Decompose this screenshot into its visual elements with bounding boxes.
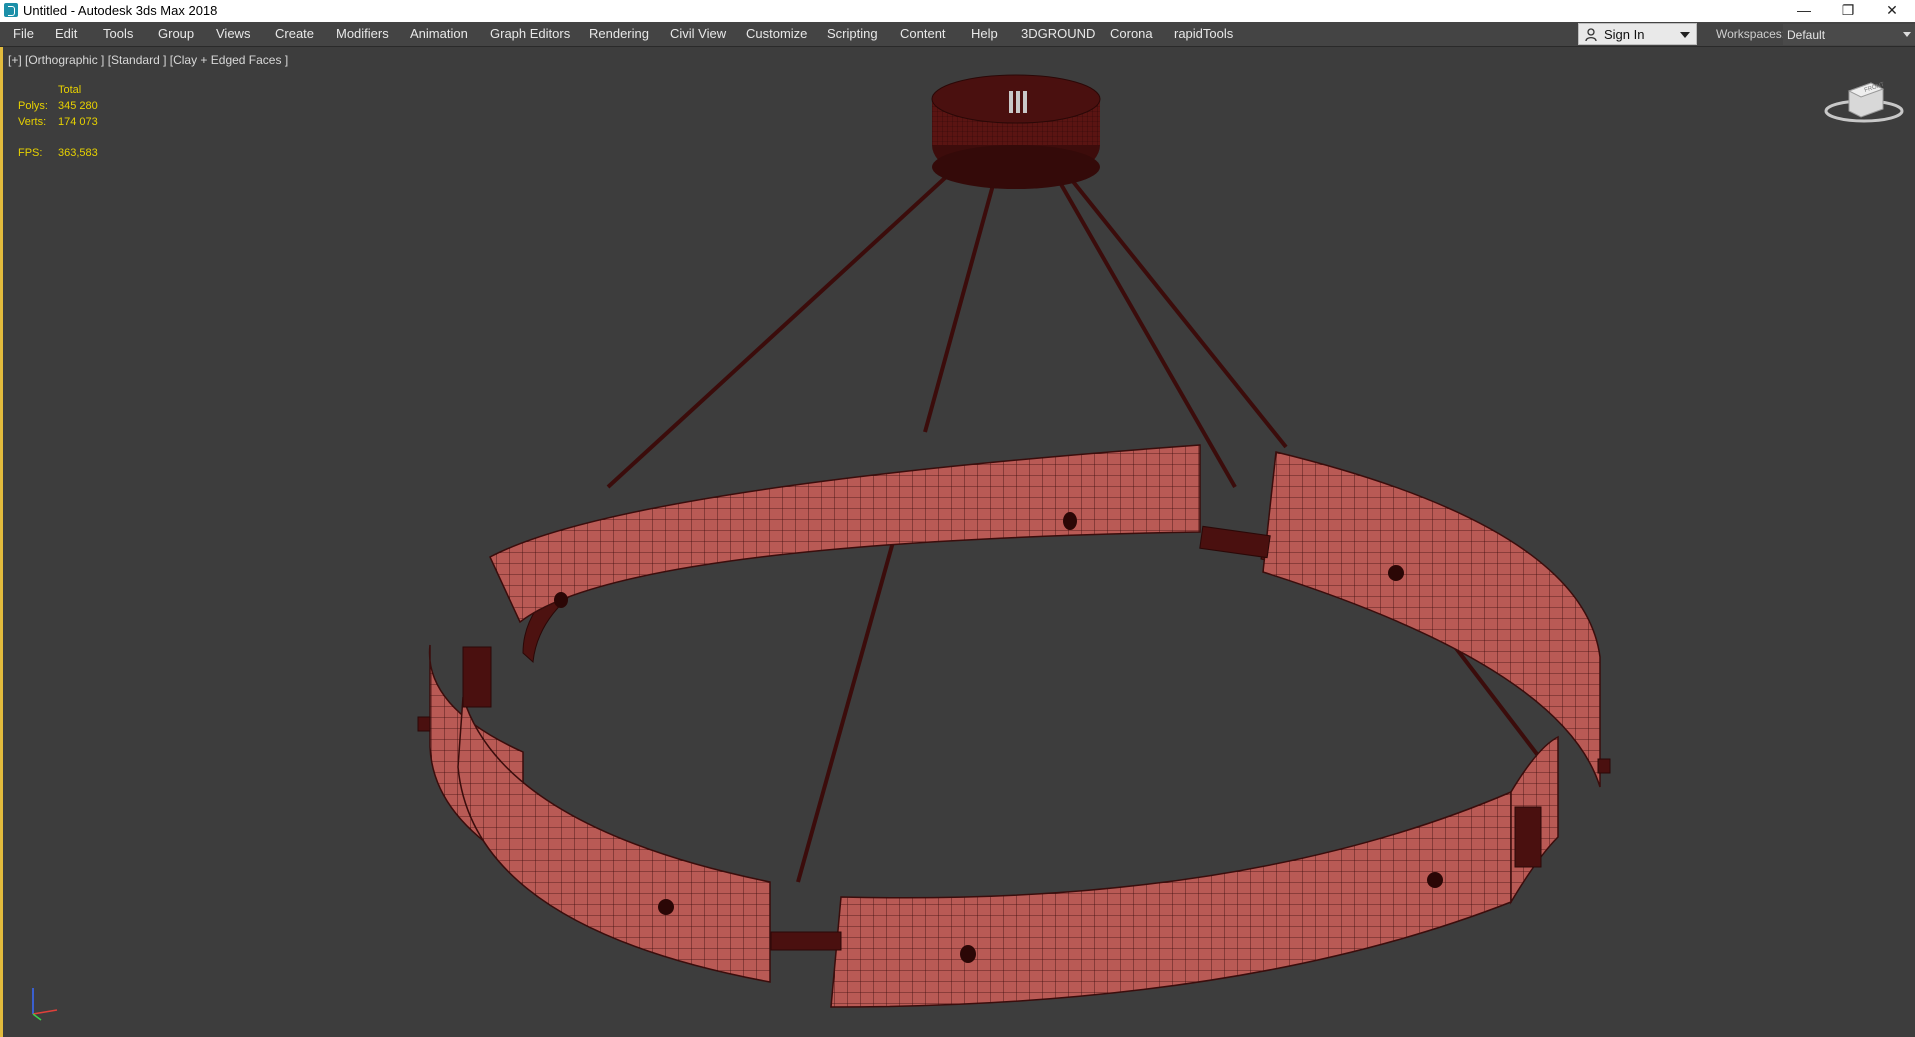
menu-views[interactable]: Views [216, 22, 250, 46]
restore-button[interactable]: ❐ [1826, 0, 1870, 22]
fps-label: FPS: [18, 147, 43, 159]
menu-edit[interactable]: Edit [55, 22, 77, 46]
sign-in-dropdown[interactable]: Sign In [1578, 23, 1697, 45]
menu-group[interactable]: Group [158, 22, 194, 46]
title-bar: Untitled - Autodesk 3ds Max 2018 — ❐ ✕ [0, 0, 1915, 23]
menu-create[interactable]: Create [275, 22, 314, 46]
menu-3dground[interactable]: 3DGROUND [1021, 22, 1095, 46]
polys-label: Polys: [18, 100, 48, 112]
close-button[interactable]: ✕ [1870, 0, 1914, 22]
axis-tripod-icon [32, 988, 58, 1021]
chevron-down-icon [1680, 32, 1690, 38]
menu-tools[interactable]: Tools [103, 22, 133, 46]
viewport-label-menu[interactable]: [+] [Orthographic ] [Standard ] [Clay + … [8, 53, 288, 67]
perspective-viewport[interactable]: [+] [Orthographic ] [Standard ] [Clay + … [0, 47, 1915, 1037]
user-icon [1585, 28, 1597, 41]
ceiling-canopy [931, 74, 1101, 189]
chandelier-model[interactable] [3, 47, 1915, 1037]
menu-graph-editors[interactable]: Graph Editors [490, 22, 570, 46]
viewcube-icon[interactable]: FRONT [1821, 77, 1907, 127]
workspaces-select[interactable]: Default [1783, 24, 1915, 45]
verts-value: 174 073 [58, 116, 98, 128]
chevron-down-icon [1903, 32, 1911, 37]
menu-rendering[interactable]: Rendering [589, 22, 649, 46]
menu-customize[interactable]: Customize [746, 22, 807, 46]
workspaces-label: Workspaces: [1716, 27, 1786, 41]
menu-animation[interactable]: Animation [410, 22, 468, 46]
menu-scripting[interactable]: Scripting [827, 22, 878, 46]
menu-civil-view[interactable]: Civil View [670, 22, 726, 46]
polys-value: 345 280 [58, 100, 98, 112]
3dsmax-app-icon[interactable] [4, 3, 18, 17]
workspaces-value: Default [1787, 28, 1826, 42]
menu-modifiers[interactable]: Modifiers [336, 22, 389, 46]
window-title: Untitled - Autodesk 3ds Max 2018 [23, 3, 218, 18]
menu-rapidtools[interactable]: rapidTools [1174, 22, 1233, 46]
fps-value: 363,583 [58, 147, 98, 159]
menu-corona[interactable]: Corona [1110, 22, 1153, 46]
minimize-button[interactable]: — [1782, 0, 1826, 22]
menu-help[interactable]: Help [971, 22, 998, 46]
sign-in-label: Sign In [1604, 27, 1645, 42]
ring-panels [428, 444, 1601, 1008]
menu-file[interactable]: File [13, 22, 34, 46]
menu-content[interactable]: Content [900, 22, 946, 46]
stats-header: Total [58, 84, 82, 96]
verts-label: Verts: [18, 116, 47, 128]
